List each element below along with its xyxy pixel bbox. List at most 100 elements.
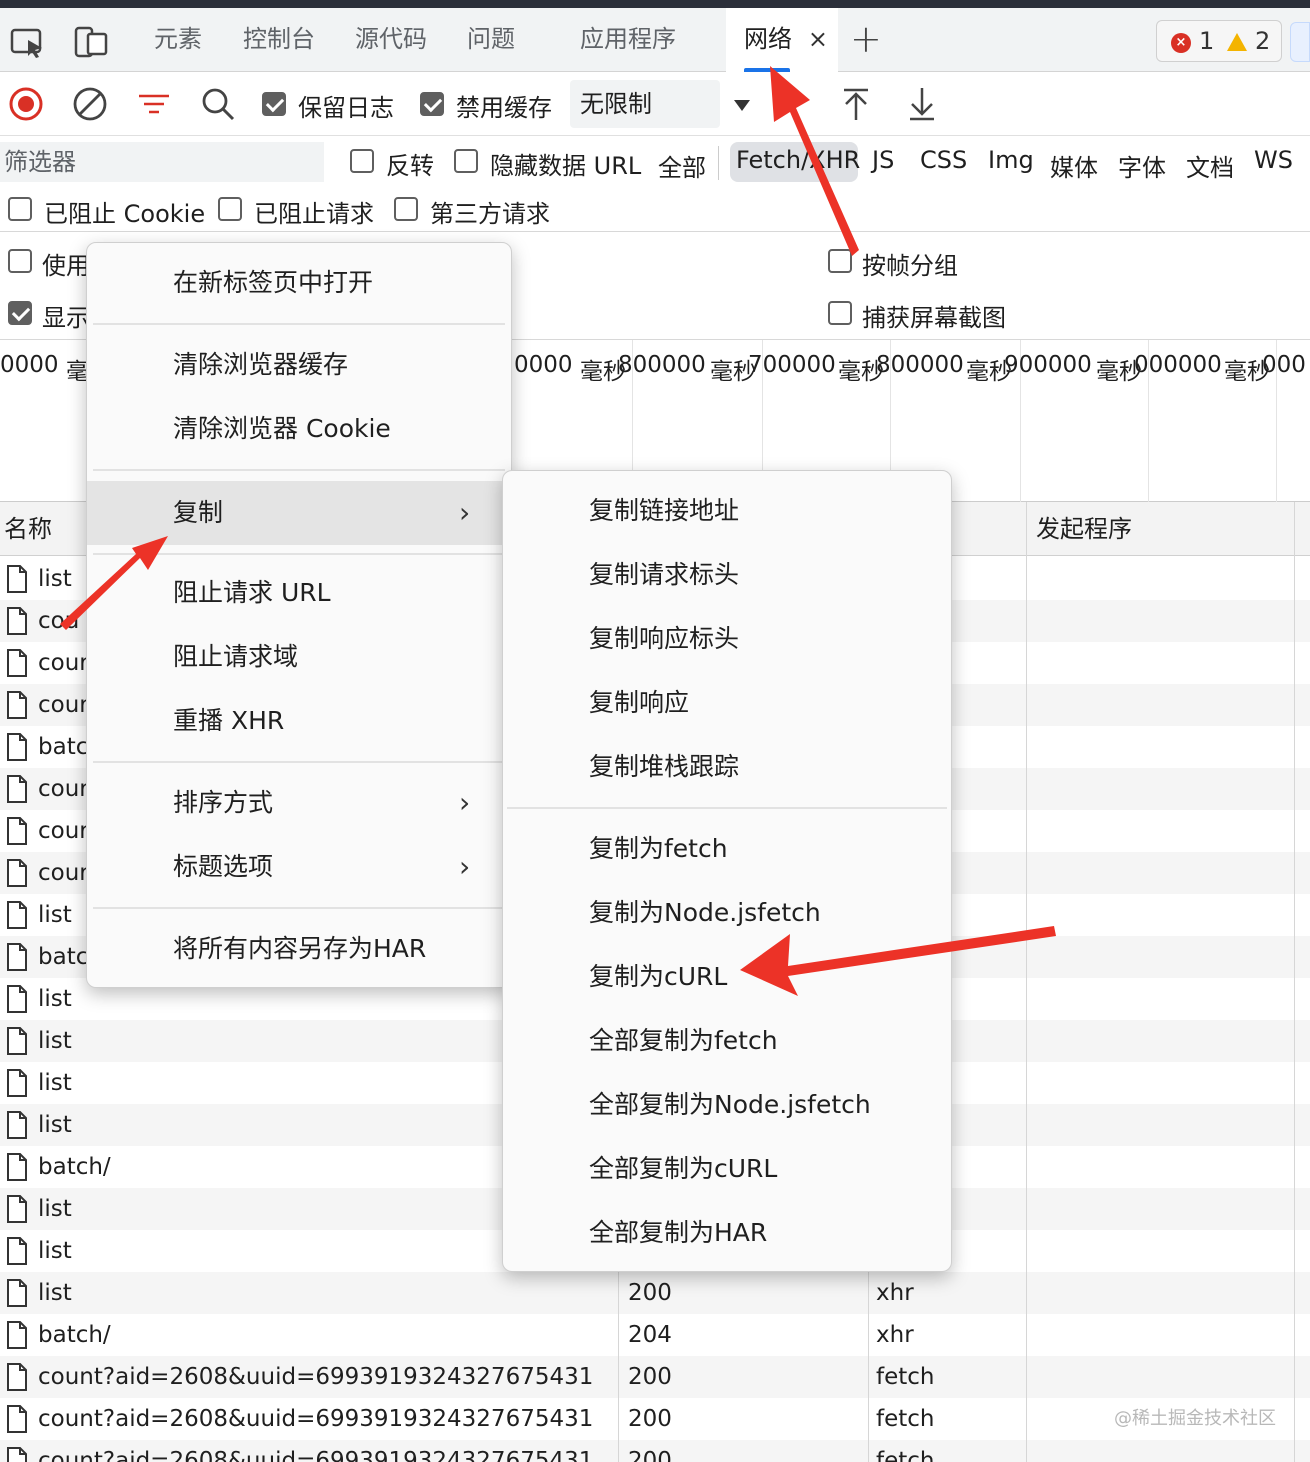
- cell-status: 200: [628, 1364, 672, 1390]
- menu-item-block-url[interactable]: 阻止请求 URL: [87, 563, 513, 623]
- tick-label: 900000: [1004, 352, 1092, 378]
- table-row[interactable]: batch/204 xhr: [0, 1314, 1310, 1356]
- menu-item-sort-by-label: 排序方式: [173, 788, 274, 817]
- preserve-log-checkbox[interactable]: [262, 92, 286, 116]
- type-filter-all[interactable]: 全部: [658, 148, 706, 183]
- document-icon: [7, 1447, 27, 1462]
- table-row[interactable]: list 200 xhr: [0, 1272, 1310, 1314]
- record-icon[interactable]: [6, 84, 46, 124]
- menu-item-open-new-tab[interactable]: 在新标签页中打开: [87, 253, 513, 313]
- menu-item-clear-cookies[interactable]: 清除浏览器 Cookie: [87, 399, 513, 459]
- menu-item-copy[interactable]: 复制 ›: [87, 481, 511, 545]
- third-party-label: 第三方请求: [430, 200, 550, 228]
- menu-item-copy-all-as-curl[interactable]: 全部复制为cURL: [503, 1139, 953, 1199]
- menu-item-copy-stack-trace[interactable]: 复制堆栈跟踪: [503, 737, 953, 797]
- export-har-icon[interactable]: [902, 84, 942, 124]
- column-header-name[interactable]: 名称: [0, 502, 52, 556]
- invert-checkbox[interactable]: [350, 149, 374, 173]
- document-icon: [7, 607, 27, 635]
- type-filter-img[interactable]: Img: [988, 146, 1034, 174]
- type-filter-js[interactable]: JS: [872, 146, 894, 174]
- document-icon: [7, 1279, 27, 1307]
- filter-input[interactable]: 筛选器: [0, 142, 324, 182]
- document-icon: [7, 901, 27, 929]
- type-filter-media[interactable]: 媒体: [1050, 148, 1098, 183]
- table-row[interactable]: count?aid=2608&uuid=6993919324327675431 2…: [0, 1356, 1310, 1398]
- tab-sources[interactable]: 源代码: [355, 8, 427, 72]
- menu-item-header-options[interactable]: 标题选项 ›: [87, 837, 513, 897]
- menu-separator: [93, 907, 505, 909]
- document-icon: [7, 859, 27, 887]
- group-by-frame-label: 按帧分组: [862, 252, 958, 280]
- menu-item-header-options-label: 标题选项: [173, 852, 274, 881]
- type-filter-fetch-xhr[interactable]: Fetch/XHR: [736, 146, 860, 174]
- group-by-frame-checkbox[interactable]: [828, 249, 852, 273]
- hide-data-urls-checkbox[interactable]: [454, 149, 478, 173]
- type-filter-ws[interactable]: WS: [1254, 146, 1293, 174]
- cell-type: fetch: [876, 1364, 935, 1390]
- tab-issues[interactable]: 问题: [467, 8, 515, 72]
- use-large-rows-checkbox[interactable]: [8, 249, 32, 273]
- column-header-initiator[interactable]: 发起程序: [1032, 502, 1132, 556]
- tab-console[interactable]: 控制台: [243, 8, 315, 72]
- menu-item-save-har[interactable]: 将所有内容另存为HAR: [87, 919, 513, 979]
- menu-item-clear-cache[interactable]: 清除浏览器缓存: [87, 335, 513, 395]
- warning-icon: [1227, 33, 1247, 51]
- document-icon: [7, 1237, 27, 1265]
- add-tab-icon[interactable]: +: [850, 20, 882, 58]
- context-menu: 在新标签页中打开 清除浏览器缓存 清除浏览器 Cookie 复制 › 阻止请求 …: [86, 242, 512, 988]
- inspect-element-icon[interactable]: [8, 22, 48, 62]
- throttling-select[interactable]: 无限制: [570, 80, 720, 128]
- document-icon: [7, 691, 27, 719]
- menu-item-copy-as-curl[interactable]: 复制为cURL: [503, 947, 953, 1007]
- menu-item-copy-link[interactable]: 复制链接地址: [503, 481, 953, 541]
- preserve-log-label: 保留日志: [298, 94, 394, 122]
- document-icon: [7, 1363, 27, 1391]
- menu-item-copy-request-headers[interactable]: 复制请求标头: [503, 545, 953, 605]
- cell-type: xhr: [876, 1280, 914, 1306]
- menu-item-copy-all-as-node-fetch[interactable]: 全部复制为Node.jsfetch: [503, 1075, 953, 1135]
- document-icon: [7, 1027, 27, 1055]
- tab-network[interactable]: 网络 ×: [726, 8, 838, 72]
- menu-item-copy-all-as-fetch[interactable]: 全部复制为fetch: [503, 1011, 953, 1071]
- menu-item-copy-response[interactable]: 复制响应: [503, 673, 953, 733]
- type-filter-font[interactable]: 字体: [1118, 148, 1166, 183]
- disable-cache-checkbox[interactable]: [420, 92, 444, 116]
- import-har-icon[interactable]: [836, 84, 876, 124]
- device-toolbar-icon[interactable]: [70, 22, 110, 62]
- show-overview-checkbox[interactable]: [8, 301, 32, 325]
- document-icon: [7, 1195, 27, 1223]
- issues-counter[interactable]: × 1 2: [1156, 20, 1282, 62]
- close-tab-icon[interactable]: ×: [808, 8, 828, 70]
- blocked-cookies-checkbox[interactable]: [8, 197, 32, 221]
- blocked-requests-checkbox[interactable]: [218, 197, 242, 221]
- menu-item-copy-as-node-fetch[interactable]: 复制为Node.jsfetch: [503, 883, 953, 943]
- capture-screenshots-checkbox[interactable]: [828, 301, 852, 325]
- menu-separator: [93, 469, 505, 471]
- table-row[interactable]: count?aid=2608&uuid=6993919324327675431 2…: [0, 1440, 1310, 1462]
- document-icon: [7, 985, 27, 1013]
- search-icon[interactable]: [198, 84, 238, 124]
- show-overview-label: 显示: [42, 304, 90, 332]
- menu-item-block-domain[interactable]: 阻止请求域: [87, 627, 513, 687]
- type-filter-doc[interactable]: 文档: [1186, 148, 1234, 183]
- type-filter-css[interactable]: CSS: [920, 146, 967, 174]
- document-icon: [7, 1321, 27, 1349]
- use-large-rows-label: 使用: [42, 252, 90, 280]
- menu-item-copy-response-headers[interactable]: 复制响应标头: [503, 609, 953, 669]
- column-divider: [1294, 502, 1295, 1462]
- filter-bar: 筛选器 反转 隐藏数据 URL 全部 Fetch/XHR JS CSS Img …: [0, 136, 1310, 232]
- chevron-down-icon[interactable]: [734, 100, 750, 111]
- filter-icon[interactable]: [134, 84, 174, 124]
- menu-item-replay-xhr[interactable]: 重播 XHR: [87, 691, 513, 751]
- tab-application[interactable]: 应用程序: [580, 8, 676, 72]
- settings-partial-button[interactable]: [1290, 22, 1310, 62]
- menu-item-copy-as-fetch[interactable]: 复制为fetch: [503, 819, 953, 879]
- document-icon: [7, 1153, 27, 1181]
- tab-elements[interactable]: 元素: [154, 8, 202, 72]
- cell-status: 200: [628, 1406, 672, 1432]
- menu-item-sort-by[interactable]: 排序方式 ›: [87, 773, 513, 833]
- menu-item-copy-all-as-har[interactable]: 全部复制为HAR: [503, 1203, 953, 1263]
- third-party-checkbox[interactable]: [394, 197, 418, 221]
- clear-icon[interactable]: [70, 84, 110, 124]
